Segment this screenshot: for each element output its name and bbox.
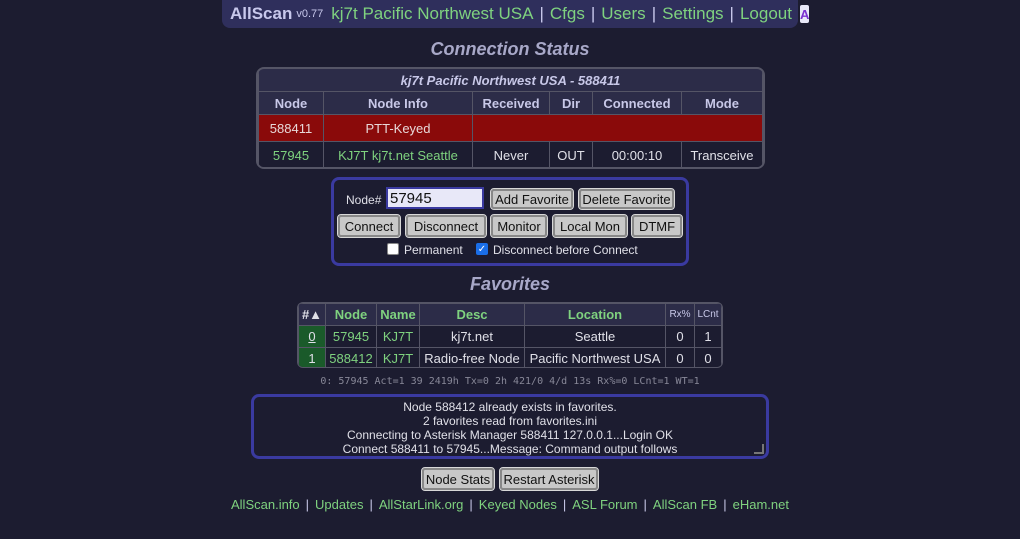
fav-index[interactable]: 1 (298, 347, 326, 367)
log-line: Connect 588411 to 57945...Message: Comma… (342, 442, 678, 456)
fav-rx: 0 (665, 325, 695, 348)
dtmf-button[interactable]: DTMF (631, 214, 683, 238)
footer-link-eham[interactable]: eHam.net (733, 497, 789, 512)
favorites-table: #▲ Node Name Desc Location Rx% LCnt 0 57… (297, 302, 723, 368)
connection-caption: kj7t Pacific Northwest USA - 588411 (258, 69, 763, 92)
table-row[interactable]: 57945 KJ7T kj7t.net Seattle Never OUT 00… (258, 141, 763, 167)
disconnect-before-connect-checkbox[interactable]: ✓ (476, 243, 488, 255)
keyed-row: 588411 PTT-Keyed (258, 114, 763, 142)
message-log[interactable]: Node 588412 already exists in favorites.… (251, 394, 769, 459)
node-control-panel: Node# Add Favorite Delete Favorite Conne… (331, 177, 689, 266)
fav-lcnt: 0 (694, 347, 722, 367)
conn-connected: 00:00:10 (592, 141, 682, 167)
fav-name: KJ7T (376, 347, 420, 367)
permanent-label: Permanent (404, 243, 463, 257)
local-mon-button[interactable]: Local Mon (552, 214, 628, 238)
connection-status-table: kj7t Pacific Northwest USA - 588411 Node… (256, 67, 765, 169)
disconnect-button[interactable]: Disconnect (405, 214, 487, 238)
keyed-node: 588411 (258, 114, 324, 142)
fav-col-lcnt[interactable]: LCnt (694, 303, 722, 326)
footer-link-updates[interactable]: Updates (315, 497, 363, 512)
col-received: Received (472, 91, 550, 115)
resize-grip-icon[interactable] (754, 444, 764, 454)
col-dir: Dir (549, 91, 593, 115)
col-connected: Connected (592, 91, 682, 115)
fav-col-index[interactable]: #▲ (298, 303, 326, 326)
fav-lcnt: 1 (694, 325, 722, 348)
add-favorite-button[interactable]: Add Favorite (490, 188, 574, 210)
fav-desc: kj7t.net (419, 325, 525, 348)
fav-index[interactable]: 0 (298, 325, 326, 348)
disconnect-before-connect-label: Disconnect before Connect (493, 243, 638, 257)
conn-info: KJ7T kj7t.net Seattle (323, 141, 473, 167)
fav-col-desc[interactable]: Desc (419, 303, 525, 326)
fav-node[interactable]: 588412 (325, 347, 377, 367)
fav-name: KJ7T (376, 325, 420, 348)
node-stats-button[interactable]: Node Stats (421, 467, 495, 491)
app-version: v0.77 (296, 8, 324, 20)
fav-col-name[interactable]: Name (376, 303, 420, 326)
fav-rx: 0 (665, 347, 695, 367)
app-name: AllScan (230, 4, 293, 23)
top-nav-bar: AllScan v0.77 kj7t Pacific Northwest USA… (222, 0, 810, 28)
footer-link-allstarlink[interactable]: AllStarLink.org (379, 497, 464, 512)
nav-users-link[interactable]: Users (601, 4, 645, 24)
node-status-line: 0: 57945 Act=1 39 2419h Tx=0 2h 421/0 4/… (320, 376, 700, 387)
footer-links: AllScan.info | Updates | AllStarLink.org | Key… (231, 497, 789, 512)
fav-col-rx[interactable]: Rx% (665, 303, 695, 326)
connect-button[interactable]: Connect (337, 214, 401, 238)
connection-status-title: Connection Status (430, 39, 590, 59)
conn-mode: Transceive (681, 141, 763, 167)
node-label: Node# (346, 193, 382, 207)
fav-col-node[interactable]: Node (325, 303, 377, 326)
footer-link-asl-forum[interactable]: ASL Forum (572, 497, 637, 512)
footer-link-keyed-nodes[interactable]: Keyed Nodes (479, 497, 557, 512)
restart-asterisk-button[interactable]: Restart Asterisk (499, 467, 599, 491)
conn-node: 57945 (258, 141, 324, 167)
log-line: 2 favorites read from favorites.ini (422, 414, 598, 428)
keyed-info: PTT-Keyed (323, 114, 473, 142)
favorites-title: Favorites (469, 274, 551, 294)
log-line: Connecting to Asterisk Manager 588411 12… (347, 428, 673, 442)
fav-desc: Radio-free Node (419, 347, 525, 367)
nav-location-link[interactable]: kj7t Pacific Northwest USA (331, 4, 533, 24)
allscan-logo-icon: A (799, 5, 810, 23)
table-row[interactable]: 0 57945 KJ7T kj7t.net Seattle 0 1 (298, 325, 722, 348)
conn-received: Never (472, 141, 550, 167)
node-input[interactable] (386, 187, 484, 209)
nav-logout-link[interactable]: Logout (740, 4, 792, 24)
monitor-button[interactable]: Monitor (490, 214, 548, 238)
fav-location: Pacific Northwest USA (524, 347, 666, 367)
col-node: Node (258, 91, 324, 115)
log-line: Node 588412 already exists in favorites. (403, 400, 617, 414)
fav-col-location[interactable]: Location (524, 303, 666, 326)
nav-settings-link[interactable]: Settings (662, 4, 723, 24)
fav-node[interactable]: 57945 (325, 325, 377, 348)
col-mode: Mode (681, 91, 763, 115)
table-row[interactable]: 1 588412 KJ7T Radio-free Node Pacific No… (298, 347, 722, 367)
nav-cfgs-link[interactable]: Cfgs (550, 4, 585, 24)
fav-location: Seattle (524, 325, 666, 348)
delete-favorite-button[interactable]: Delete Favorite (578, 188, 675, 210)
footer-link-allscan-fb[interactable]: AllScan FB (653, 497, 717, 512)
conn-dir: OUT (549, 141, 593, 167)
footer-link-allscan-info[interactable]: AllScan.info (231, 497, 300, 512)
permanent-checkbox[interactable] (387, 243, 399, 255)
col-node-info: Node Info (323, 91, 473, 115)
